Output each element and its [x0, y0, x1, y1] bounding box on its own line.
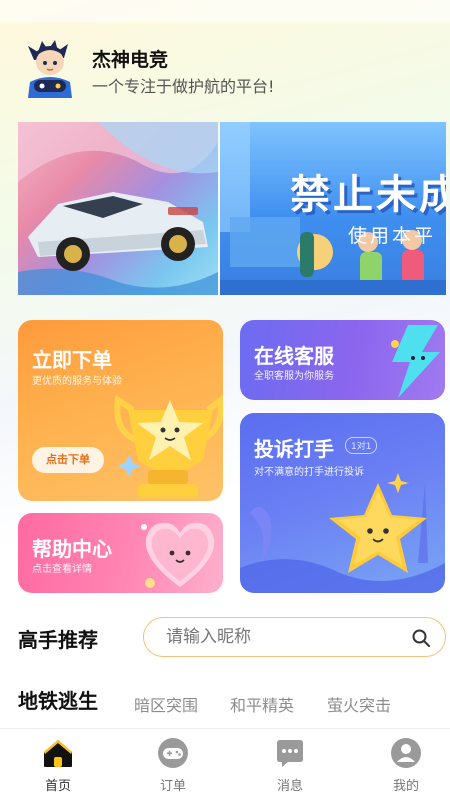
nav-orders-label: 订单 — [159, 779, 186, 794]
category-tab-active[interactable]: 地铁逃生 — [18, 685, 98, 714]
heart-icon — [141, 522, 215, 588]
app-title: 杰神电竞 — [92, 49, 169, 71]
home-icon — [44, 740, 72, 767]
service-card-desc: 全职客服为你服务 — [254, 371, 334, 382]
order-card-title: 立即下单 — [32, 348, 112, 372]
user-icon — [391, 738, 421, 768]
app-logo — [28, 40, 72, 98]
banner-title: 禁止未成 — [290, 172, 446, 218]
nav-home[interactable]: 首页 — [18, 729, 98, 800]
message-icon — [277, 740, 303, 767]
banner-racing-image — [18, 122, 218, 295]
help-center-card[interactable]: 帮助中心 点击查看详情 — [18, 513, 223, 593]
banner-notice-image: 禁止未成 使用本平 — [220, 122, 446, 295]
banner-subtitle: 使用本平 — [348, 225, 437, 247]
order-now-button[interactable]: 点击下单 — [32, 447, 104, 473]
nav-orders[interactable]: 订单 — [133, 729, 213, 800]
promo-banner[interactable]: 禁止未成 使用本平 — [18, 122, 446, 295]
app-header: 杰神电竞 一个专注于做护航的平台! — [22, 38, 422, 102]
nav-home-label: 首页 — [44, 779, 71, 794]
nav-profile-label: 我的 — [392, 779, 419, 794]
app-subtitle: 一个专注于做护航的平台! — [92, 77, 275, 96]
service-card-title: 在线客服 — [254, 344, 334, 368]
star-mascot-icon — [240, 473, 445, 593]
gamepad-icon — [158, 738, 188, 768]
category-tab-yinghuo[interactable]: 萤火突击 — [327, 692, 391, 716]
help-card-title: 帮助中心 — [32, 537, 112, 561]
recommend-section-title: 高手推荐 — [18, 628, 98, 652]
nickname-search-box[interactable] — [143, 617, 446, 657]
nav-messages-label: 消息 — [276, 779, 303, 794]
nav-messages[interactable]: 消息 — [250, 729, 330, 800]
order-card[interactable]: 立即下单 更优质的服务与体验 点击下单 — [18, 320, 223, 501]
lightning-icon — [391, 325, 440, 398]
one-on-one-badge: 1对1 — [345, 437, 378, 454]
bottom-nav: 首页 订单 消息 我的 — [0, 728, 450, 800]
category-tab-anqu[interactable]: 暗区突围 — [134, 692, 198, 716]
complain-card[interactable]: 投诉打手 1对1 对不满意的打手进行投诉 — [240, 413, 445, 593]
complain-card-title: 投诉打手 — [254, 437, 334, 461]
help-card-desc: 点击查看详情 — [32, 564, 92, 575]
trophy-star-icon — [114, 394, 223, 498]
nickname-search-input[interactable] — [166, 625, 386, 649]
category-tab-heping[interactable]: 和平精英 — [230, 692, 294, 716]
search-icon[interactable] — [411, 628, 431, 648]
online-service-card[interactable]: 在线客服 全职客服为你服务 — [240, 320, 445, 400]
order-card-desc: 更优质的服务与体验 — [32, 376, 122, 387]
status-bar-area — [0, 0, 450, 22]
nav-profile[interactable]: 我的 — [366, 729, 446, 800]
